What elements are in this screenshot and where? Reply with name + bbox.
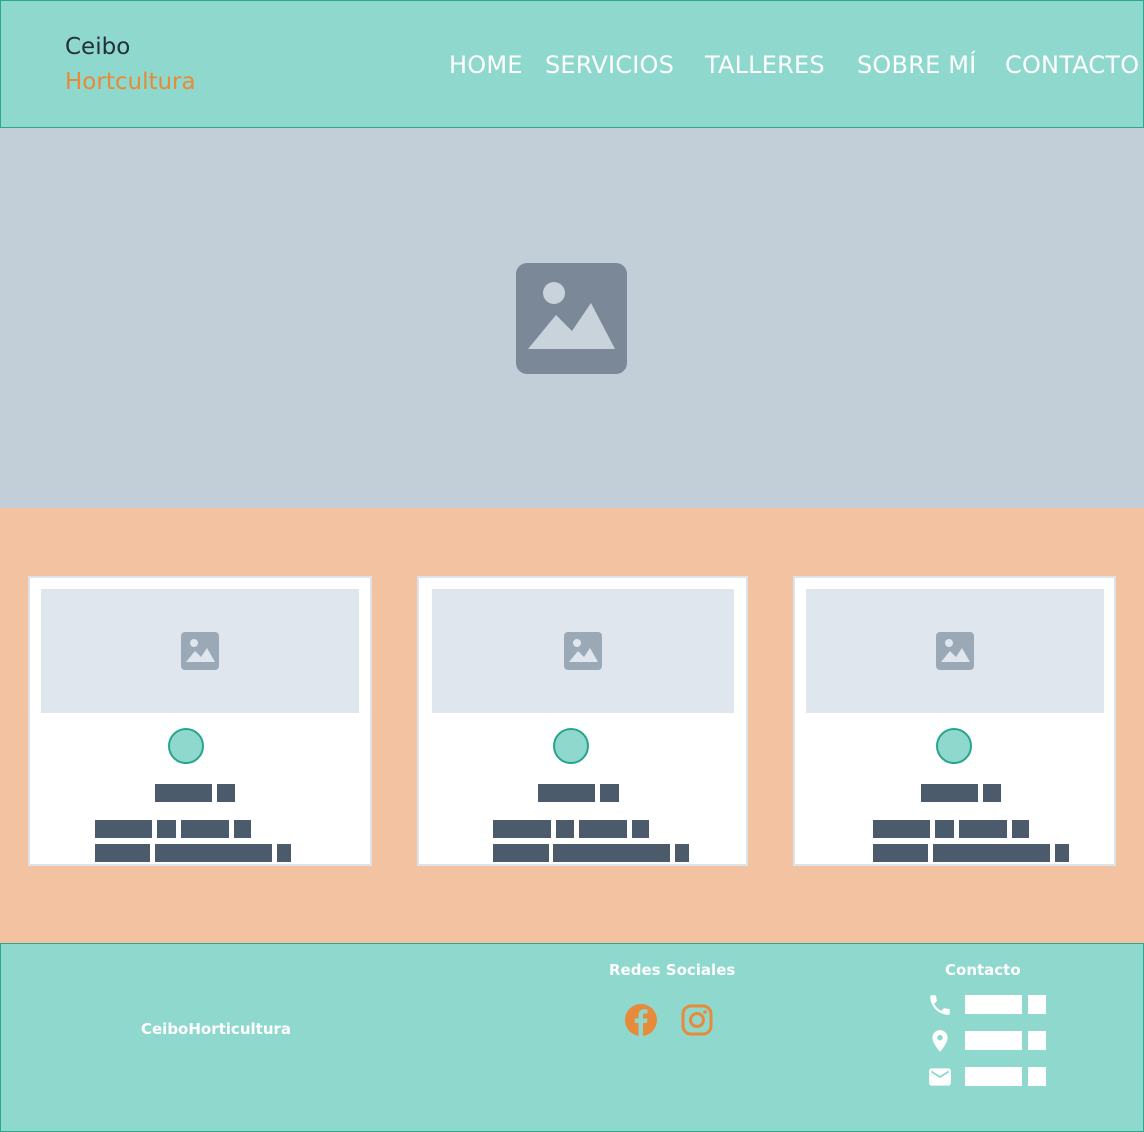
card-text-block — [553, 844, 670, 862]
card-text-block — [873, 844, 928, 862]
card-text-block — [579, 820, 627, 838]
phone-icon — [930, 995, 950, 1015]
contact-phone-value — [1028, 995, 1046, 1014]
card-text-block — [632, 820, 649, 838]
contact-location-value — [1028, 1031, 1046, 1050]
facebook-icon[interactable] — [624, 1003, 658, 1037]
card-title-block — [600, 784, 619, 802]
card-text-block — [157, 820, 176, 838]
card-title-block — [538, 784, 595, 802]
service-card[interactable] — [417, 576, 748, 866]
contact-mail-value — [965, 1067, 1022, 1086]
card-text-block — [1055, 844, 1069, 862]
card-text-block — [556, 820, 574, 838]
header: Ceibo Hortcultura HOME SERVICIOS TALLERE… — [0, 0, 1144, 128]
card-image — [432, 589, 734, 713]
nav-sobre-mi[interactable]: SOBRE MÍ — [857, 51, 976, 79]
card-avatar — [168, 728, 204, 764]
footer: CeiboHorticultura Redes Sociales Contact… — [0, 943, 1144, 1132]
card-title-block — [217, 784, 235, 802]
services-section — [0, 508, 1144, 943]
card-text-block — [675, 844, 689, 862]
card-text-block — [277, 844, 291, 862]
card-avatar — [936, 728, 972, 764]
hero-banner — [0, 128, 1144, 508]
card-title-block — [921, 784, 978, 802]
footer-brand[interactable]: CeiboHorticultura — [141, 1020, 291, 1038]
image-placeholder-icon — [516, 263, 627, 374]
mail-icon — [929, 1068, 951, 1086]
card-text-block — [873, 820, 930, 838]
location-icon — [932, 1030, 948, 1052]
logo-line1[interactable]: Ceibo — [65, 34, 130, 60]
card-text-block — [493, 820, 551, 838]
contact-phone-value — [965, 995, 1022, 1014]
service-card[interactable] — [793, 576, 1116, 866]
service-card[interactable] — [28, 576, 372, 866]
card-text-block — [959, 820, 1007, 838]
logo-line2[interactable]: Hortcultura — [65, 69, 196, 95]
nav-talleres[interactable]: TALLERES — [705, 51, 825, 79]
card-text-block — [1012, 820, 1029, 838]
card-image — [806, 589, 1104, 713]
social-heading: Redes Sociales — [609, 961, 736, 979]
card-text-block — [493, 844, 549, 862]
card-text-block — [234, 820, 251, 838]
image-placeholder-icon — [181, 632, 219, 670]
nav-home[interactable]: HOME — [449, 51, 523, 79]
card-title-block — [155, 784, 212, 802]
card-avatar — [553, 728, 589, 764]
contact-mail-value — [1028, 1067, 1046, 1086]
card-text-block — [181, 820, 229, 838]
card-title-block — [983, 784, 1001, 802]
contact-heading: Contacto — [945, 961, 1021, 979]
image-placeholder-icon — [936, 632, 974, 670]
instagram-icon[interactable] — [680, 1003, 714, 1037]
image-placeholder-icon — [564, 632, 602, 670]
nav-servicios[interactable]: SERVICIOS — [545, 51, 674, 79]
card-text-block — [935, 820, 954, 838]
card-text-block — [95, 844, 150, 862]
nav-contacto[interactable]: CONTACTO — [1005, 51, 1139, 79]
card-text-block — [933, 844, 1050, 862]
contact-location-value — [965, 1031, 1022, 1050]
card-text-block — [155, 844, 272, 862]
card-image — [41, 589, 359, 713]
card-text-block — [95, 820, 152, 838]
